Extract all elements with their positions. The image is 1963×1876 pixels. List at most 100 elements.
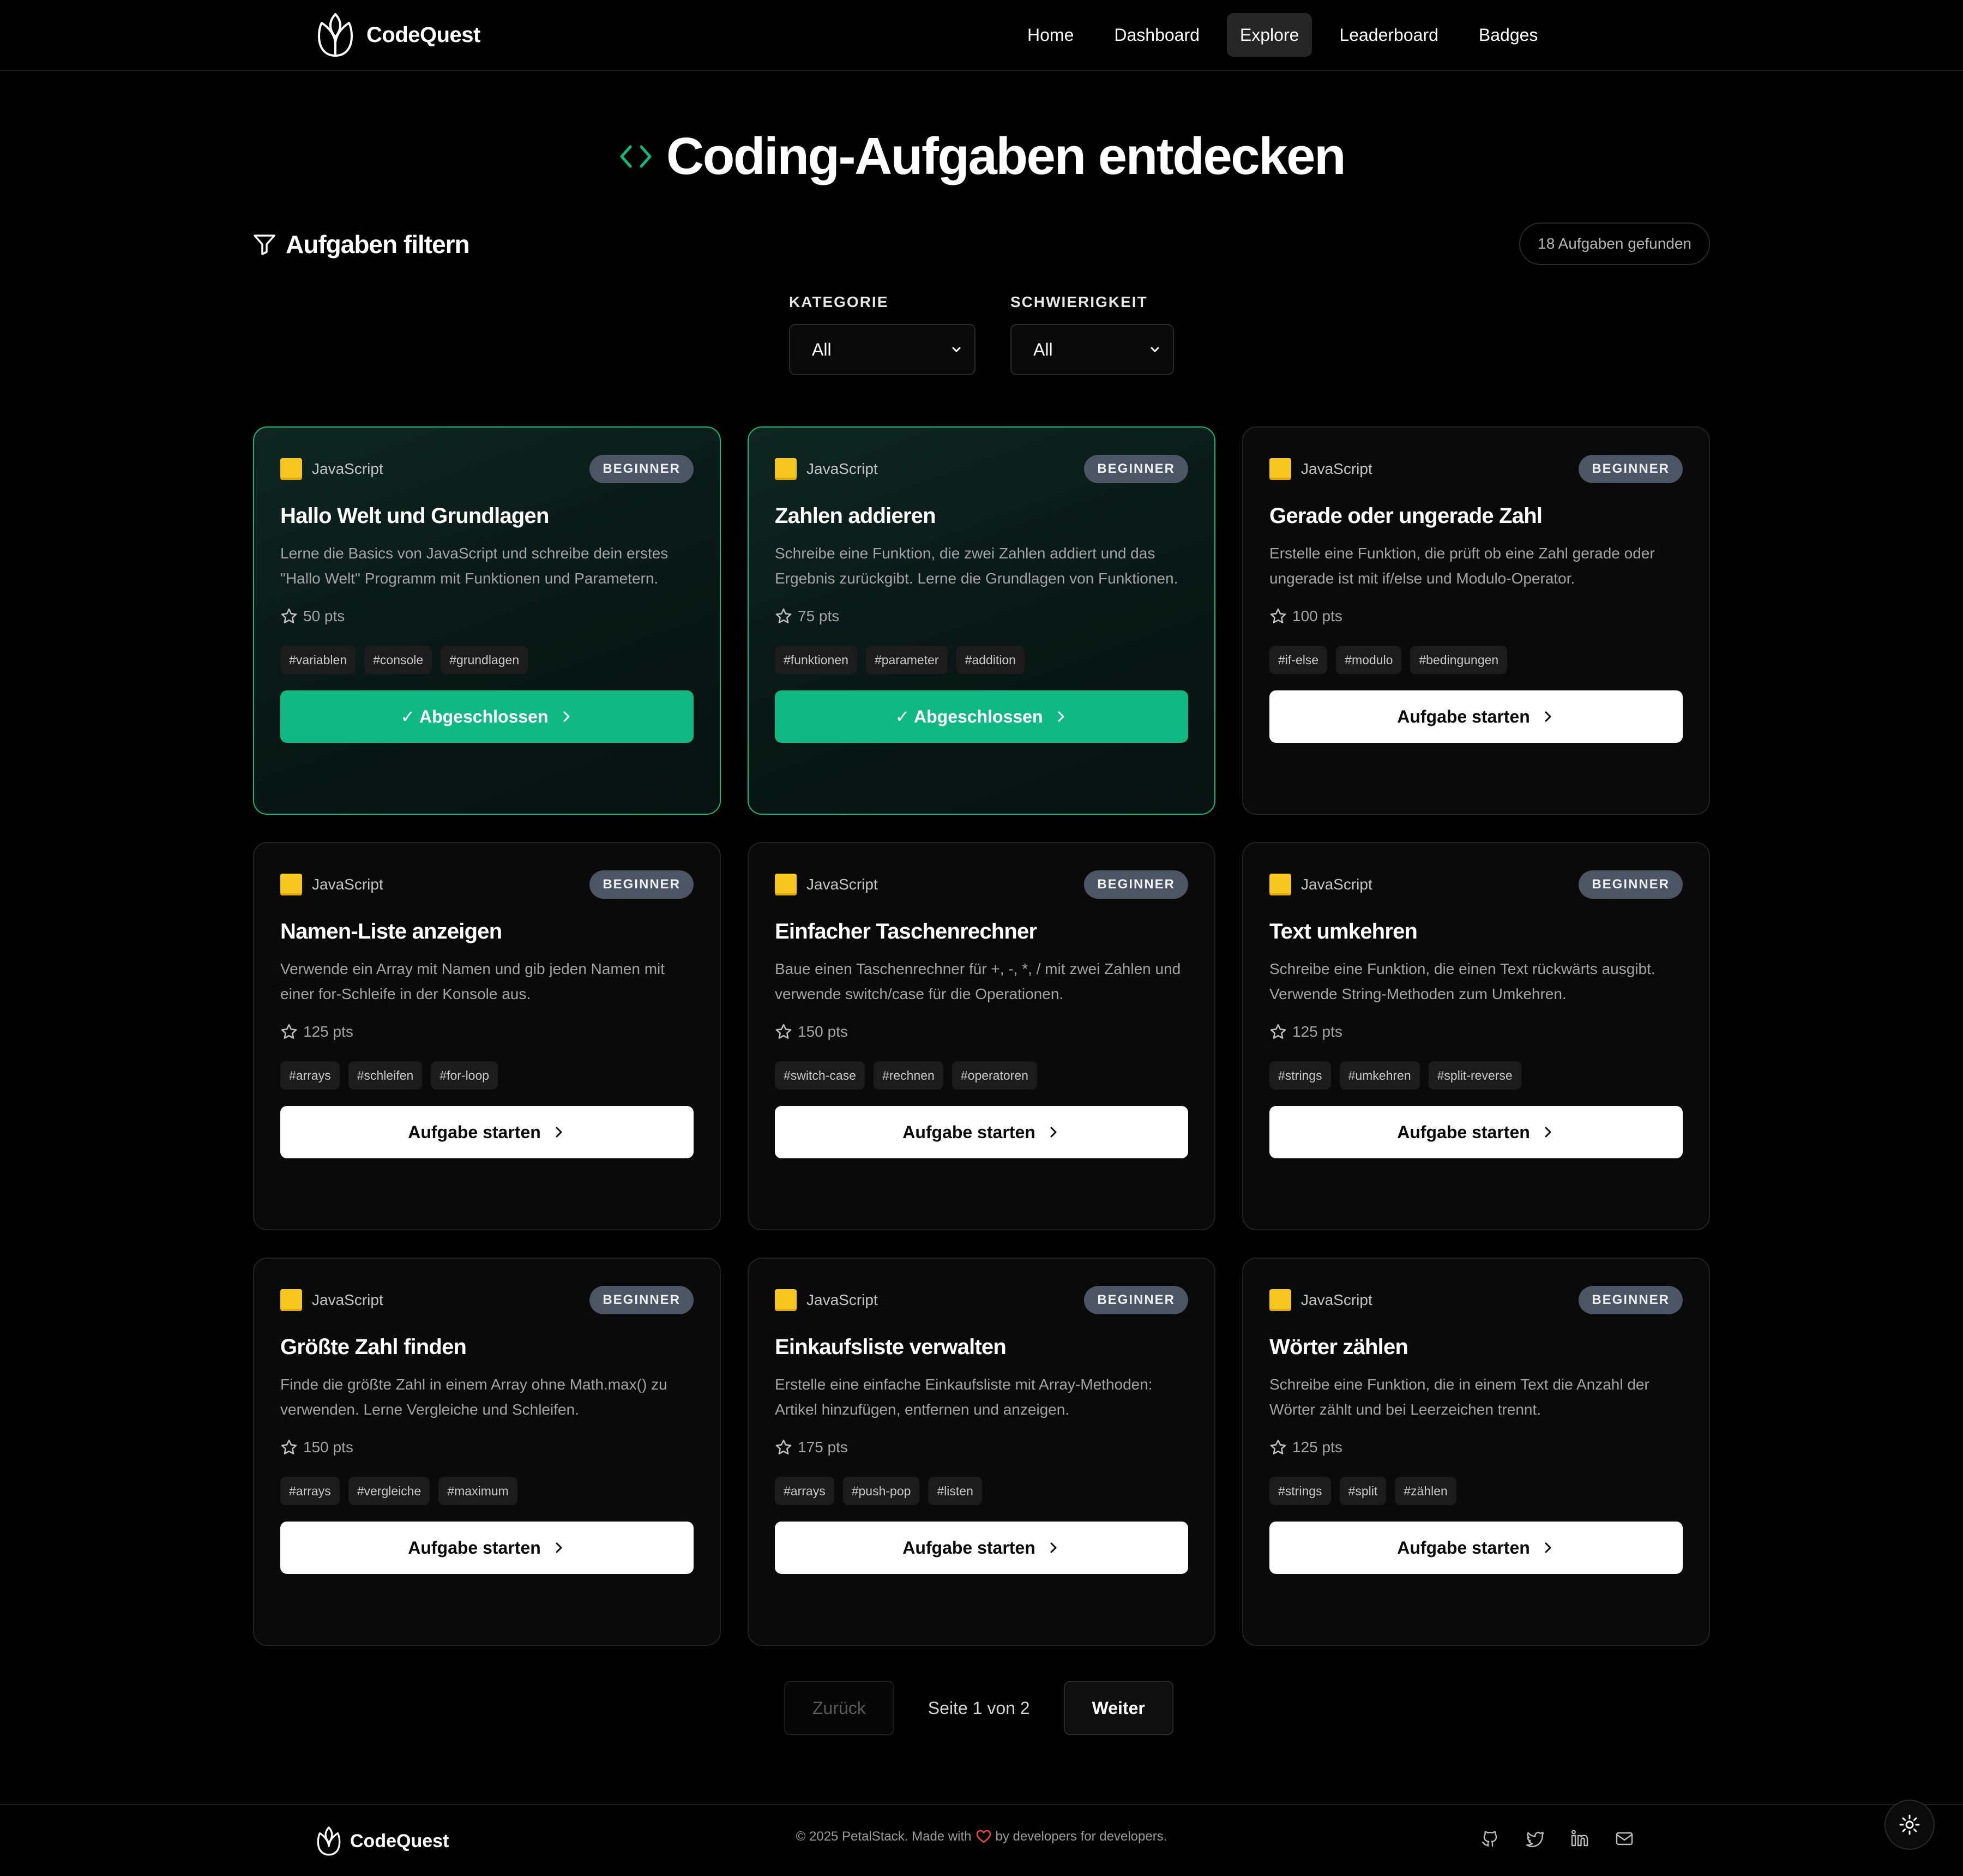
nav-dashboard[interactable]: Dashboard	[1101, 13, 1213, 57]
nav-links: Home Dashboard Explore Leaderboard Badge…	[1014, 13, 1551, 57]
github-icon[interactable]	[1481, 1829, 1500, 1848]
task-tag[interactable]: #switch-case	[775, 1061, 865, 1090]
category-filter: KATEGORIE All	[789, 293, 976, 375]
points-value: 125 pts	[1292, 1023, 1342, 1040]
task-points: 175 pts	[775, 1435, 1188, 1459]
javascript-icon	[280, 874, 302, 895]
page-title: Coding-Aufgaben entdecken	[666, 127, 1346, 185]
task-tag[interactable]: #console	[364, 646, 432, 674]
completed-button[interactable]: ✓ Abgeschlossen	[280, 690, 694, 743]
task-tag[interactable]: #modulo	[1336, 646, 1402, 674]
category-select[interactable]: All	[789, 324, 976, 375]
brand-logo[interactable]: CodeQuest	[316, 12, 480, 58]
category-select-value: All	[812, 339, 832, 359]
task-tag[interactable]: #arrays	[280, 1061, 340, 1090]
task-tags: #arrays #schleifen #for-loop	[280, 1061, 694, 1090]
mail-icon[interactable]	[1615, 1829, 1634, 1848]
button-label: ✓ Abgeschlossen	[400, 707, 549, 726]
task-description: Schreibe eine Funktion, die zwei Zahlen …	[775, 545, 1178, 587]
filter-heading: Aufgaben filtern	[253, 225, 470, 264]
points-value: 175 pts	[798, 1439, 848, 1456]
linkedin-icon[interactable]	[1570, 1829, 1589, 1848]
task-card: JavaScript BEGINNER Einkaufsliste verwal…	[748, 1258, 1215, 1646]
task-tag[interactable]: #listen	[928, 1477, 982, 1505]
language-name: JavaScript	[312, 460, 383, 477]
language-label: JavaScript	[775, 874, 878, 895]
task-tag[interactable]: #if-else	[1269, 646, 1328, 674]
start-task-button[interactable]: Aufgabe starten	[775, 1106, 1188, 1158]
task-tag[interactable]: #maximum	[438, 1477, 517, 1505]
task-description: Verwende ein Array mit Namen und gib jed…	[280, 960, 665, 1002]
chevron-down-icon	[952, 347, 961, 352]
task-tags: #strings #umkehren #split-reverse	[1269, 1061, 1683, 1090]
task-card: JavaScript BEGINNER Einfacher Taschenrec…	[748, 842, 1215, 1230]
brand-name: CodeQuest	[366, 22, 480, 47]
task-tag[interactable]: #operatoren	[952, 1061, 1037, 1090]
task-tag[interactable]: #umkehren	[1339, 1061, 1420, 1090]
navbar: CodeQuest Home Dashboard Explore Leaderb…	[0, 0, 1963, 71]
difficulty-select-value: All	[1033, 339, 1053, 359]
next-page-button[interactable]: Weiter	[1063, 1681, 1173, 1735]
start-task-button[interactable]: Aufgabe starten	[775, 1522, 1188, 1574]
prev-page-button[interactable]: Zurück	[784, 1681, 894, 1735]
language-name: JavaScript	[806, 876, 878, 893]
task-tag[interactable]: #parameter	[865, 646, 948, 674]
task-tag[interactable]: #grundlagen	[441, 646, 528, 674]
task-tag[interactable]: #schleifen	[348, 1061, 423, 1090]
nav-explore[interactable]: Explore	[1226, 13, 1312, 57]
filter-title: Aufgaben filtern	[286, 230, 470, 258]
task-tag[interactable]: #zählen	[1395, 1477, 1456, 1505]
completed-button[interactable]: ✓ Abgeschlossen	[775, 690, 1188, 743]
task-tag[interactable]: #split-reverse	[1428, 1061, 1521, 1090]
chevron-right-icon	[1058, 711, 1064, 722]
task-tag[interactable]: #bedingungen	[1410, 646, 1508, 674]
task-tag[interactable]: #for-loop	[431, 1061, 498, 1090]
difficulty-select[interactable]: All	[1010, 324, 1174, 375]
points-value: 125 pts	[303, 1023, 353, 1040]
code-icon	[620, 145, 652, 168]
difficulty-filter: SCHWIERIGKEIT All	[1010, 293, 1174, 375]
task-tag[interactable]: #arrays	[280, 1477, 340, 1505]
task-tag[interactable]: #arrays	[775, 1477, 834, 1505]
button-label: ✓ Abgeschlossen	[895, 707, 1043, 726]
task-points: 50 pts	[280, 604, 694, 628]
task-tag[interactable]: #split	[1339, 1477, 1387, 1505]
start-task-button[interactable]: Aufgabe starten	[1269, 1522, 1683, 1574]
theme-toggle-button[interactable]	[1884, 1800, 1935, 1850]
chevron-right-icon	[1545, 711, 1551, 722]
task-tag[interactable]: #push-pop	[842, 1477, 920, 1505]
task-points: 150 pts	[280, 1435, 694, 1459]
language-label: JavaScript	[775, 1289, 878, 1311]
task-title: Einfacher Taschenrechner	[775, 919, 1037, 943]
task-tag[interactable]: #funktionen	[775, 646, 857, 674]
nav-badges[interactable]: Badges	[1466, 13, 1551, 57]
start-task-button[interactable]: Aufgabe starten	[280, 1106, 694, 1158]
start-task-button[interactable]: Aufgabe starten	[280, 1522, 694, 1574]
javascript-icon	[775, 1289, 797, 1311]
difficulty-badge: BEGINNER	[1579, 1286, 1683, 1314]
twitter-icon[interactable]	[1526, 1829, 1544, 1848]
task-title: Einkaufsliste verwalten	[775, 1335, 1007, 1359]
card-header: JavaScript BEGINNER	[1269, 455, 1683, 483]
task-tag[interactable]: #vergleiche	[348, 1477, 430, 1505]
start-task-button[interactable]: Aufgabe starten	[1269, 1106, 1683, 1158]
task-tags: #variablen #console #grundlagen	[280, 646, 694, 674]
task-title: Wörter zählen	[1269, 1335, 1408, 1359]
task-tag[interactable]: #addition	[956, 646, 1025, 674]
nav-leaderboard[interactable]: Leaderboard	[1326, 13, 1451, 57]
star-icon	[775, 1439, 792, 1454]
task-tag[interactable]: #strings	[1269, 1061, 1331, 1090]
social-links	[1481, 1829, 1634, 1848]
star-icon	[281, 608, 297, 623]
difficulty-badge: BEGINNER	[1579, 870, 1683, 899]
task-description: Finde die größte Zahl in einem Array ohn…	[280, 1376, 667, 1418]
javascript-icon	[1269, 458, 1291, 480]
start-task-button[interactable]: Aufgabe starten	[1269, 690, 1683, 743]
javascript-icon	[1269, 1289, 1291, 1311]
task-tag[interactable]: #rechnen	[873, 1061, 943, 1090]
task-tag[interactable]: #variablen	[280, 646, 356, 674]
nav-home[interactable]: Home	[1014, 13, 1087, 57]
difficulty-badge: BEGINNER	[589, 870, 694, 899]
card-header: JavaScript BEGINNER	[280, 870, 694, 899]
task-tag[interactable]: #strings	[1269, 1477, 1331, 1505]
